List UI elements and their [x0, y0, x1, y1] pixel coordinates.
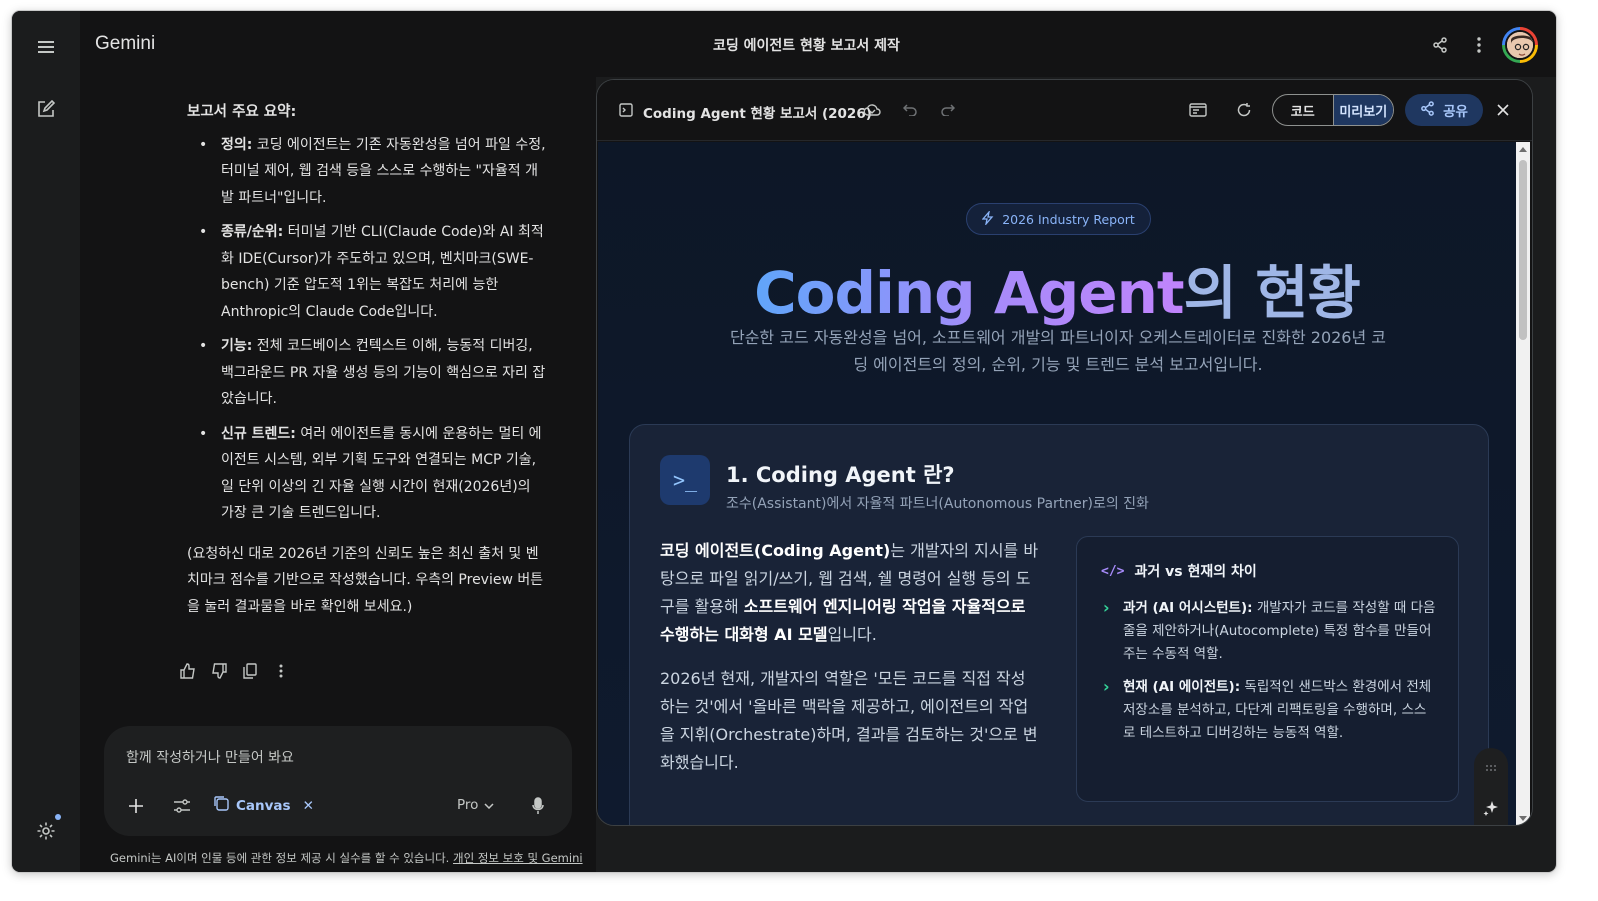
paragraph: 코딩 에이전트(Coding Agent)는 개발자의 지시를 바탕으로 파일 … [660, 537, 1040, 649]
chat-panel: 보고서 주요 요약: 정의: 코딩 에이전트는 기존 자동완성을 넘어 파일 수… [80, 77, 596, 872]
canvas-icon [214, 796, 230, 816]
conversation-title[interactable]: 코딩 에이전트 현황 보고서 제작 [713, 35, 900, 55]
title-gradient-text: Coding Agent [754, 259, 1185, 327]
tab-code[interactable]: 코드 [1273, 95, 1333, 125]
scroll-up-arrow-icon[interactable] [1519, 147, 1527, 152]
thumbs-down-icon[interactable] [209, 661, 229, 681]
report-subtitle: 단순한 코드 자동완성을 넘어, 소프트웨어 개발의 파트너이자 오케스트레이터… [729, 328, 1387, 374]
disclaimer-text: Gemini는 AI이며 인물 등에 관한 정보 제공 시 실수를 할 수 있습… [110, 851, 453, 865]
bullet-label: 신규 트렌드: [221, 425, 296, 442]
share-button[interactable]: 공유 [1405, 94, 1483, 126]
summary-heading: 보고서 주요 요약: [187, 104, 297, 120]
tab-preview[interactable]: 미리보기 [1332, 95, 1393, 125]
copy-icon[interactable] [240, 661, 260, 681]
section-card: >_ 1. Coding Agent 란? 조수(Assistant)에서 자율… [629, 424, 1489, 825]
text-span: 입니다. [827, 625, 877, 644]
lightning-icon [981, 209, 994, 228]
share-icon [1420, 100, 1435, 120]
section-subtitle: 조수(Assistant)에서 자율적 파트너(Autonomous Partn… [726, 496, 1149, 512]
sparkle-edit-icon[interactable] [1481, 798, 1501, 818]
list-item: 정의: 코딩 에이전트는 기존 자동완성을 넘어 파일 수정, 터미널 제어, … [187, 132, 547, 212]
top-bar: Gemini 코딩 에이전트 현황 보고서 제작 [80, 11, 1556, 77]
add-icon[interactable] [124, 794, 148, 818]
share-label: 공유 [1443, 104, 1468, 120]
item-label: 현재 (AI 에이전트): [1123, 679, 1241, 695]
canvas-header: Coding Agent 현황 보고서 (2026) 코드 미리보기 공유 [597, 80, 1532, 141]
more-vert-icon[interactable] [1467, 33, 1491, 57]
more-vert-icon[interactable] [271, 661, 291, 681]
side-rail [12, 11, 80, 872]
canvas-panel: Coding Agent 현황 보고서 (2026) 코드 미리보기 공유 20… [596, 79, 1533, 826]
close-icon[interactable] [1492, 99, 1514, 121]
title-rest-text: 의 현황 [1183, 259, 1361, 327]
preview-scrollbar[interactable] [1516, 142, 1530, 825]
bullet-label: 종류/순위: [221, 224, 284, 240]
account-avatar[interactable] [1502, 27, 1538, 63]
close-icon[interactable]: ✕ [303, 798, 314, 814]
badge-text: 2026 Industry Report [1002, 211, 1135, 227]
refresh-icon[interactable] [1233, 99, 1255, 121]
document-icon [615, 99, 637, 121]
scroll-down-arrow-icon[interactable] [1519, 816, 1527, 821]
bullet-text: 전체 코드베이스 컨텍스트 이해, 능동적 디버깅, 백그라운드 PR 자율 생… [221, 338, 546, 407]
canvas-tool-chip[interactable]: Canvas ✕ [214, 794, 314, 818]
prompt-input[interactable]: 함께 작성하거나 만들어 봐요 [126, 747, 294, 767]
comparison-list: 과거 (AI 어시스턴트): 개발자가 코드를 작성할 때 다음 줄을 제안하거… [1103, 596, 1438, 755]
comparison-box: </> 과거 vs 현재의 차이 과거 (AI 어시스턴트): 개발자가 코드를… [1076, 536, 1459, 802]
notification-dot [55, 814, 61, 820]
brand-logo[interactable]: Gemini [95, 33, 155, 55]
section-title: 1. Coding Agent 란? [726, 463, 955, 487]
share-icon[interactable] [1428, 33, 1452, 57]
redo-icon[interactable] [937, 99, 959, 121]
model-selector[interactable]: Pro [457, 797, 494, 813]
model-response: 보고서 주요 요약: 정의: 코딩 에이전트는 기존 자동완성을 넘어 파일 수… [187, 99, 547, 620]
canvas-title[interactable]: Coding Agent 현황 보고서 (2026) [643, 102, 872, 122]
microphone-icon[interactable] [526, 794, 550, 818]
canvas-chip-label: Canvas [236, 798, 291, 814]
tools-icon[interactable] [170, 794, 194, 818]
list-item: 기능: 전체 코드베이스 컨텍스트 이해, 능동적 디버깅, 백그라운드 PR … [187, 333, 547, 413]
bullet-label: 기능: [221, 338, 253, 354]
comparison-title: </> 과거 vs 현재의 차이 [1101, 561, 1257, 581]
menu-icon[interactable] [32, 33, 60, 61]
drag-handle-icon[interactable] [1481, 758, 1501, 778]
bullet-text: 코딩 에이전트는 기존 자동완성을 넘어 파일 수정, 터미널 제어, 웹 검색… [221, 136, 546, 206]
prompt-composer[interactable]: 함께 작성하거나 만들어 봐요 Canvas ✕ Pro [104, 726, 572, 836]
list-item: 종류/순위: 터미널 기반 CLI(Claude Code)와 AI 최적화 I… [187, 219, 547, 325]
bullet-label: 정의: [221, 136, 253, 153]
code-icon: </> [1101, 563, 1125, 579]
chevron-down-icon [484, 797, 494, 813]
closing-note: (요청하신 대로 2026년 기준의 신뢰도 높은 최신 출처 및 벤치마크 점… [187, 545, 544, 615]
cloud-saved-icon[interactable] [861, 99, 883, 121]
floating-toolbar [1474, 748, 1508, 825]
model-label: Pro [457, 797, 479, 813]
privacy-link[interactable]: 개인 정보 보호 및 Gemini [453, 851, 583, 865]
item-label: 과거 (AI 어시스턴트): [1123, 600, 1253, 616]
terminal-icon: >_ [660, 455, 710, 505]
response-actions [178, 661, 291, 681]
disclaimer: Gemini는 AI이며 인물 등에 관한 정보 제공 시 실수를 할 수 있습… [110, 850, 583, 866]
app-window: Gemini 코딩 에이전트 현황 보고서 제작 보고서 주요 요약: 정의: … [12, 11, 1556, 872]
section-body: 코딩 에이전트(Coding Agent)는 개발자의 지시를 바탕으로 파일 … [660, 537, 1040, 777]
view-toggle: 코드 미리보기 [1272, 94, 1394, 126]
report-badge: 2026 Industry Report [966, 203, 1151, 235]
preview-frame: 2026 Industry Report Coding Agent의 현황 단순… [598, 142, 1516, 825]
report-title: Coding Agent의 현황 [598, 246, 1516, 330]
comparison-title-text: 과거 vs 현재의 차이 [1134, 564, 1257, 580]
list-item: 과거 (AI 어시스턴트): 개발자가 코드를 작성할 때 다음 줄을 제안하거… [1103, 596, 1438, 666]
scroll-thumb[interactable] [1519, 160, 1527, 340]
thumbs-up-icon[interactable] [178, 661, 198, 681]
console-icon[interactable] [1187, 99, 1209, 121]
new-chat-edit-icon[interactable] [32, 95, 60, 123]
settings-icon[interactable] [32, 814, 61, 845]
paragraph: 2026년 현재, 개발자의 역할은 '모든 코드를 직접 작성하는 것'에서 … [660, 669, 1038, 772]
bold-term: 코딩 에이전트(Coding Agent) [660, 541, 891, 560]
undo-icon[interactable] [899, 99, 921, 121]
list-item: 현재 (AI 에이전트): 독립적인 샌드박스 환경에서 전체 저장소를 분석하… [1103, 675, 1438, 745]
list-item: 신규 트렌드: 여러 에이전트를 동시에 운용하는 멀티 에이전트 시스템, 외… [187, 421, 547, 527]
composer-toolbar: Canvas ✕ Pro [124, 794, 550, 818]
summary-list: 정의: 코딩 에이전트는 기존 자동완성을 넘어 파일 수정, 터미널 제어, … [187, 132, 547, 527]
